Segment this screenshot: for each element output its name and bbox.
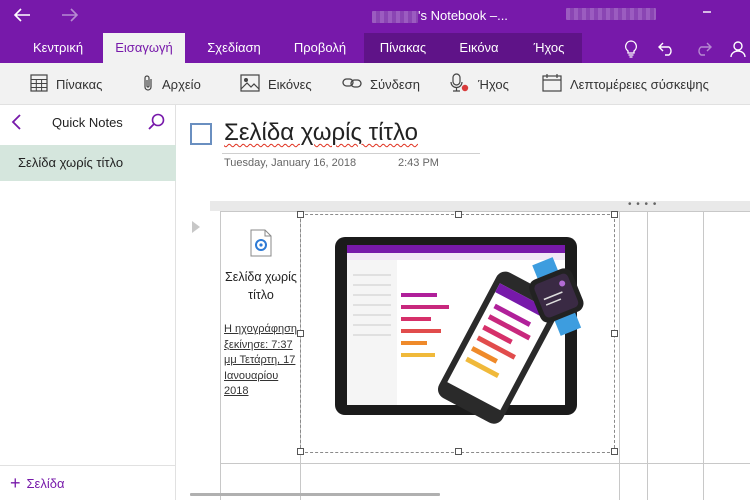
tab-audio[interactable]: Ήχος	[516, 33, 582, 63]
attachment-name: Σελίδα χωρίς τίτλο	[225, 270, 297, 302]
insert-pictures-button[interactable]: Εικόνες	[240, 73, 312, 95]
minimize-button[interactable]	[700, 4, 714, 25]
page-list-pane: Quick Notes Σελίδα χωρίς τίτλο + Σελίδα	[0, 105, 176, 500]
resize-handle[interactable]	[611, 448, 618, 455]
horizontal-scrollbar[interactable]	[190, 493, 440, 496]
search-button[interactable]	[148, 113, 166, 134]
add-page-button[interactable]: + Σελίδα	[0, 465, 176, 500]
page-title-text: Σελίδα χωρίς τίτλο	[224, 119, 418, 146]
paperclip-icon	[142, 74, 162, 95]
insert-pictures-label: Εικόνες	[268, 76, 312, 92]
section-name: Quick Notes	[52, 115, 123, 130]
insert-link-label: Σύνδεση	[370, 76, 420, 92]
table-move-handle[interactable]: • • • •	[210, 199, 750, 211]
page-title-checkbox[interactable]	[190, 123, 212, 145]
paragraph-handle[interactable]	[192, 221, 200, 233]
undo-icon[interactable]	[656, 38, 678, 60]
audio-attachment[interactable]: Σελίδα χωρίς τίτλο	[221, 229, 301, 304]
table-icon	[30, 73, 56, 95]
table-cell[interactable]	[619, 463, 649, 500]
page-list-item[interactable]: Σελίδα χωρίς τίτλο	[0, 145, 176, 181]
plus-icon: +	[10, 472, 21, 493]
drag-dots-icon: • • • •	[628, 199, 658, 210]
tab-insert[interactable]: Εισαγωγή	[103, 33, 185, 63]
table-cell[interactable]	[647, 211, 705, 464]
table-cell[interactable]	[703, 463, 750, 500]
recording-link[interactable]: Η ηχογράφηση ξεκίνησε: 7:37 μμ Τετάρτη, …	[224, 322, 302, 400]
insert-audio-button[interactable]: Ήχος	[450, 72, 509, 96]
chevron-left-icon	[10, 114, 22, 136]
user-icon[interactable]	[728, 38, 750, 60]
audio-file-icon	[221, 229, 301, 260]
devices-illustration	[335, 237, 584, 424]
meeting-details-button[interactable]: Λεπτομέρειες σύσκεψης	[542, 73, 709, 95]
resize-handle[interactable]	[297, 448, 304, 455]
resize-handle[interactable]	[611, 330, 618, 337]
tab-draw[interactable]: Σχεδίαση	[196, 33, 272, 63]
table-cell[interactable]	[703, 211, 750, 464]
title-divider	[222, 153, 480, 154]
insert-file-button[interactable]: Αρχείο	[142, 73, 201, 95]
resize-handle[interactable]	[611, 211, 618, 218]
resize-handle[interactable]	[297, 211, 304, 218]
insert-table-button[interactable]: Πίνακας	[30, 73, 102, 95]
search-icon	[148, 113, 166, 134]
arrow-left-icon	[13, 5, 31, 28]
microphone-icon	[450, 72, 478, 96]
title-bar: 's Notebook –...	[0, 0, 750, 33]
calendar-icon	[542, 73, 570, 95]
page-title[interactable]: Σελίδα χωρίς τίτλο	[224, 119, 418, 147]
redacted-user	[566, 8, 656, 20]
arrow-right-icon	[61, 5, 79, 28]
section-header: Quick Notes	[0, 105, 176, 141]
insert-audio-label: Ήχος	[478, 76, 509, 92]
link-icon	[342, 76, 370, 93]
tab-view[interactable]: Προβολή	[282, 33, 358, 63]
insert-table-label: Πίνακας	[56, 76, 103, 92]
back-button[interactable]	[8, 4, 36, 28]
meeting-details-label: Λεπτομέρειες σύσκεψης	[570, 76, 709, 92]
table-cell[interactable]	[619, 211, 649, 464]
page-time: 2:43 PM	[398, 157, 439, 169]
back-to-sections-button[interactable]	[10, 113, 22, 137]
resize-handle[interactable]	[455, 448, 462, 455]
picture-icon	[240, 73, 268, 95]
forward-button[interactable]	[56, 4, 84, 28]
lightbulb-icon[interactable]	[620, 38, 642, 60]
insert-file-label: Αρχείο	[162, 76, 201, 92]
add-page-label: Σελίδα	[26, 475, 65, 491]
window-title: 's Notebook –...	[372, 8, 508, 23]
redacted-name	[372, 10, 418, 23]
page-canvas[interactable]: Σελίδα χωρίς τίτλο Tuesday, January 16, …	[176, 105, 750, 500]
table-cell[interactable]	[647, 463, 705, 500]
tab-table[interactable]: Πίνακας	[364, 33, 442, 63]
tab-picture[interactable]: Εικόνα	[442, 33, 516, 63]
inserted-picture[interactable]	[297, 211, 618, 455]
resize-handle[interactable]	[455, 211, 462, 218]
window-title-text: 's Notebook –...	[418, 8, 508, 23]
redo-icon[interactable]	[692, 38, 714, 60]
tab-home[interactable]: Κεντρική	[22, 33, 94, 63]
minimize-icon	[700, 7, 714, 24]
insert-toolbar: Πίνακας Αρχείο Εικόνες Σύνδεση Ήχος Λεπτ…	[0, 63, 750, 105]
insert-link-button[interactable]: Σύνδεση	[342, 73, 420, 95]
page-date: Tuesday, January 16, 2018	[224, 157, 357, 169]
resize-handle[interactable]	[297, 330, 304, 337]
